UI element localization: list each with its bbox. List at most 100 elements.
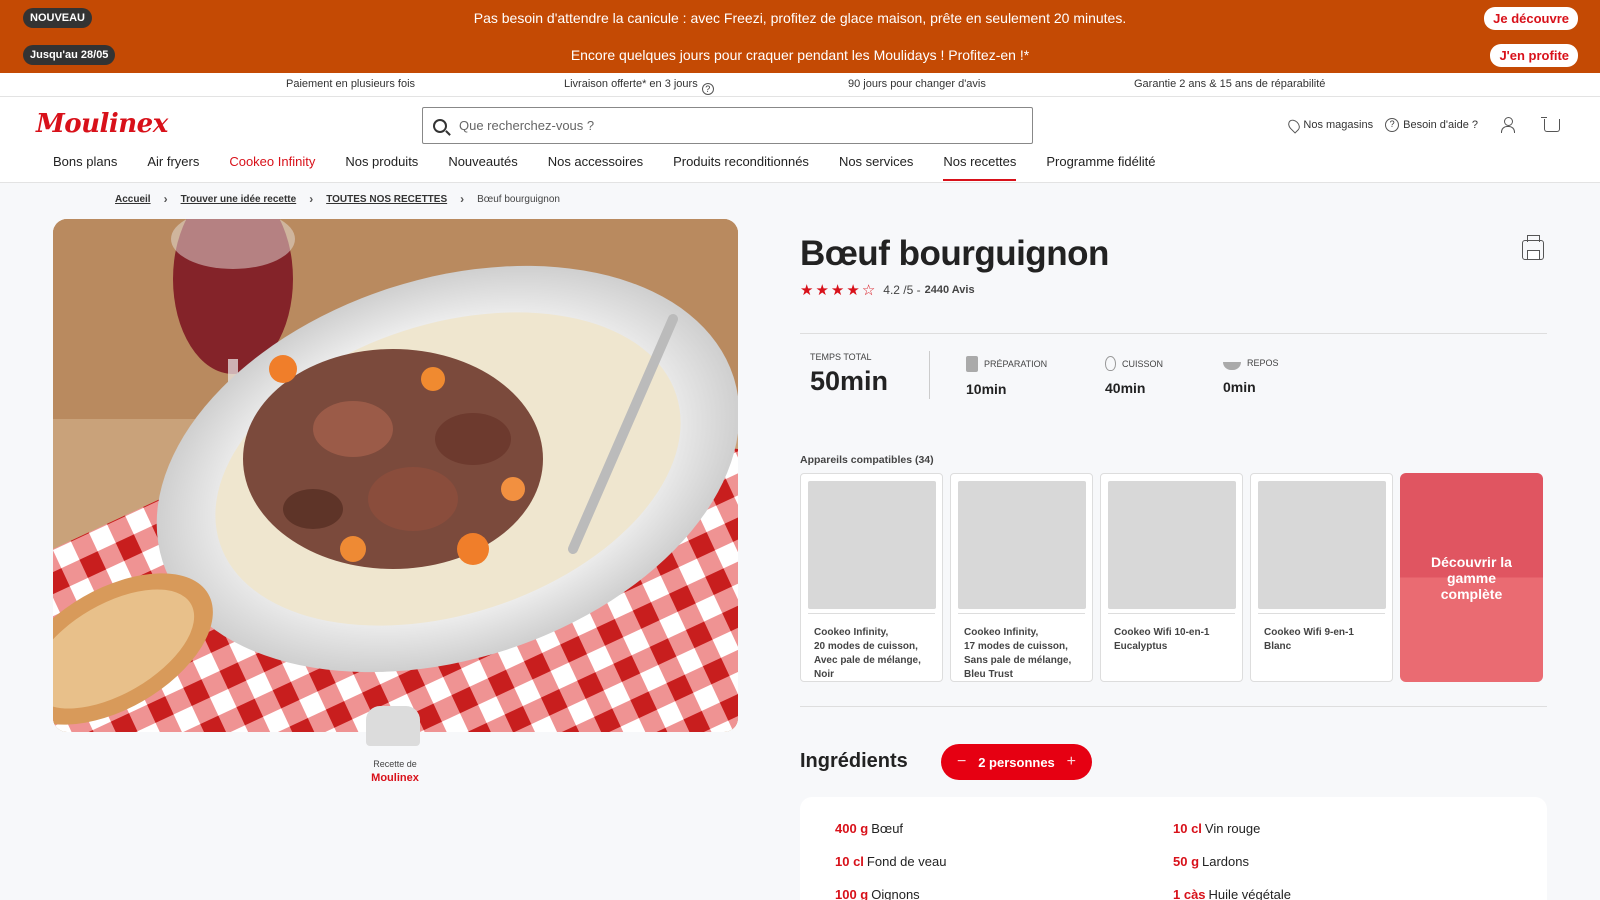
recipe-title: Bœuf bourguignon	[800, 234, 1109, 273]
promo-tag: NOUVEAU	[23, 8, 93, 28]
print-icon[interactable]	[1522, 235, 1544, 260]
device-image	[808, 481, 936, 609]
ingredients-list: 400 g Bœuf 10 cl Vin rouge 10 cl Fond de ve…	[800, 797, 1547, 900]
rating-score: 4.2 /5 -	[883, 283, 921, 297]
reassurance-payment: Paiement en plusieurs fois	[286, 78, 416, 90]
nav-air-fryers[interactable]: Air fryers	[147, 154, 199, 181]
breadcrumb-current: Bœuf bourguignon	[477, 193, 560, 205]
total-time: TEMPS TOTAL 50min	[810, 352, 889, 396]
servings-value: 2 personnes	[978, 754, 1055, 770]
recipe-rating[interactable]: ★ ★ ★ ★ ☆ 4.2 /5 - 2440 Avis	[800, 281, 975, 299]
header-links: Nos magasins ? Besoin d'aide ?	[1286, 116, 1560, 134]
nav-fidelite[interactable]: Programme fidélité	[1046, 154, 1155, 181]
rest-time: REPOS 0min	[1223, 358, 1279, 395]
ingredients-title: Ingrédients	[800, 750, 908, 772]
help-icon: ?	[1385, 118, 1400, 132]
breadcrumb-home[interactable]: Accueil	[115, 194, 151, 205]
star-icon: ★	[846, 282, 860, 299]
star-outline-icon: ☆	[861, 282, 876, 299]
device-name: Cookeo Wifi 10-en-1 Eucalyptus	[1114, 627, 1210, 652]
promo-tag: Jusqu'au 28/05	[23, 45, 116, 65]
promo-row-2: Jusqu'au 28/05 Encore quelques jours pou…	[0, 37, 1600, 73]
breadcrumb-all-recipes[interactable]: TOUTES NOS RECETTES	[326, 194, 447, 205]
device-name: Cookeo Infinity, 17 modes de cuisson, Sa…	[964, 627, 1072, 680]
author-avatar	[366, 706, 420, 746]
stores-link[interactable]: Nos magasins	[1286, 116, 1373, 134]
star-icon: ★	[800, 282, 814, 299]
star-icon: ★	[815, 282, 829, 299]
device-image	[1258, 481, 1386, 609]
ingredient-item: 100 g Oignons	[835, 887, 920, 900]
promo-text[interactable]: Pas besoin d'attendre la canicule : avec…	[0, 10, 1600, 26]
device-card[interactable]: Cookeo Infinity, 17 modes de cuisson, Sa…	[950, 473, 1093, 682]
offer-button[interactable]: J'en profite	[1490, 43, 1578, 67]
search-input[interactable]	[459, 118, 999, 133]
bowl-icon	[1223, 362, 1241, 370]
device-name: Cookeo Wifi 9-en-1 Blanc	[1264, 627, 1354, 652]
compatible-devices-list: Cookeo Infinity, 20 modes de cuisson, Av…	[800, 473, 1543, 682]
device-image	[1108, 481, 1236, 609]
star-icon: ★	[830, 282, 845, 299]
site-header: Moulinex Nos magasins ?Besoin d'aide ? B…	[0, 97, 1600, 183]
device-card[interactable]: Cookeo Wifi 9-en-1 Blanc	[1250, 473, 1393, 682]
logo[interactable]: Moulinex	[36, 109, 168, 139]
discover-range-button[interactable]: Découvrir la gamme complète	[1400, 473, 1543, 682]
nav-nos-produits[interactable]: Nos produits	[345, 154, 418, 181]
plus-icon[interactable]: +	[1067, 753, 1076, 771]
cart-icon[interactable]	[1541, 116, 1560, 132]
promo-banner: NOUVEAU Pas besoin d'attendre la canicul…	[0, 0, 1600, 73]
recipe-image	[53, 219, 738, 732]
reassurance-returns: 90 jours pour changer d'avis	[848, 78, 986, 90]
help-icon[interactable]: ?	[701, 83, 714, 95]
recipe-author: Recette de Moulinex	[355, 759, 435, 784]
device-name: Cookeo Infinity, 20 modes de cuisson, Av…	[814, 627, 921, 680]
promo-text[interactable]: Encore quelques jours pour craquer penda…	[0, 47, 1600, 63]
ingredient-item: 1 càs Huile végétale	[1173, 887, 1291, 900]
compatible-devices-title: Appareils compatibles (34)	[800, 454, 934, 466]
breadcrumb-find-recipe[interactable]: Trouver une idée recette	[181, 194, 297, 205]
reassurance-warranty: Garantie 2 ans & 15 ans de réparabilité	[1134, 78, 1326, 90]
cook-time-value: 40min	[1105, 380, 1146, 396]
nav-cookeo-infinity[interactable]: Cookeo Infinity	[229, 154, 315, 181]
search-icon	[433, 118, 447, 133]
nav-recettes[interactable]: Nos recettes	[943, 154, 1016, 181]
nav-reconditionnes[interactable]: Produits reconditionnés	[673, 154, 809, 181]
ingredient-item: 10 cl Fond de veau	[835, 854, 947, 869]
main-nav: Bons plans Air fryers Cookeo Infinity No…	[53, 154, 1185, 181]
minus-icon[interactable]: −	[957, 753, 966, 771]
servings-stepper: − 2 personnes +	[941, 744, 1092, 780]
nav-bons-plans[interactable]: Bons plans	[53, 154, 117, 181]
divider	[929, 351, 930, 399]
divider	[800, 333, 1547, 334]
promo-row-1: NOUVEAU Pas besoin d'attendre la canicul…	[0, 0, 1600, 36]
rest-time-value: 0min	[1223, 379, 1256, 395]
knife-icon	[966, 356, 978, 372]
breadcrumb: Accueil › Trouver une idée recette › TOU…	[115, 192, 560, 206]
help-link[interactable]: ? Besoin d'aide ?	[1385, 118, 1478, 132]
reassurance-delivery: Livraison offerte* en 3 jours?	[564, 78, 714, 95]
divider	[800, 706, 1547, 707]
total-time-value: 50min	[810, 366, 889, 396]
cook-time: CUISSON 40min	[1105, 356, 1163, 396]
chevron-right-icon: ›	[309, 192, 314, 206]
flame-icon	[1105, 356, 1116, 371]
author-brand[interactable]: Moulinex	[355, 772, 435, 784]
nav-accessoires[interactable]: Nos accessoires	[548, 154, 643, 181]
location-pin-icon	[1286, 116, 1303, 134]
device-image	[958, 481, 1086, 609]
discover-button[interactable]: Je découvre	[1484, 6, 1578, 30]
user-icon[interactable]	[1500, 117, 1516, 133]
ingredient-item: 10 cl Vin rouge	[1173, 821, 1261, 836]
prep-time-value: 10min	[966, 381, 1007, 397]
nav-nouveautes[interactable]: Nouveautés	[448, 154, 517, 181]
device-card[interactable]: Cookeo Infinity, 20 modes de cuisson, Av…	[800, 473, 943, 682]
ingredient-item: 50 g Lardons	[1173, 854, 1249, 869]
ingredient-item: 400 g Bœuf	[835, 821, 904, 836]
chevron-right-icon: ›	[163, 192, 168, 206]
device-card[interactable]: Cookeo Wifi 10-en-1 Eucalyptus	[1100, 473, 1243, 682]
reassurance-bar: Paiement en plusieurs fois Livraison off…	[0, 73, 1600, 97]
chevron-right-icon: ›	[460, 192, 465, 206]
search-bar[interactable]	[422, 107, 1033, 144]
nav-services[interactable]: Nos services	[839, 154, 913, 181]
prep-time: PRÉPARATION 10min	[966, 356, 1047, 397]
